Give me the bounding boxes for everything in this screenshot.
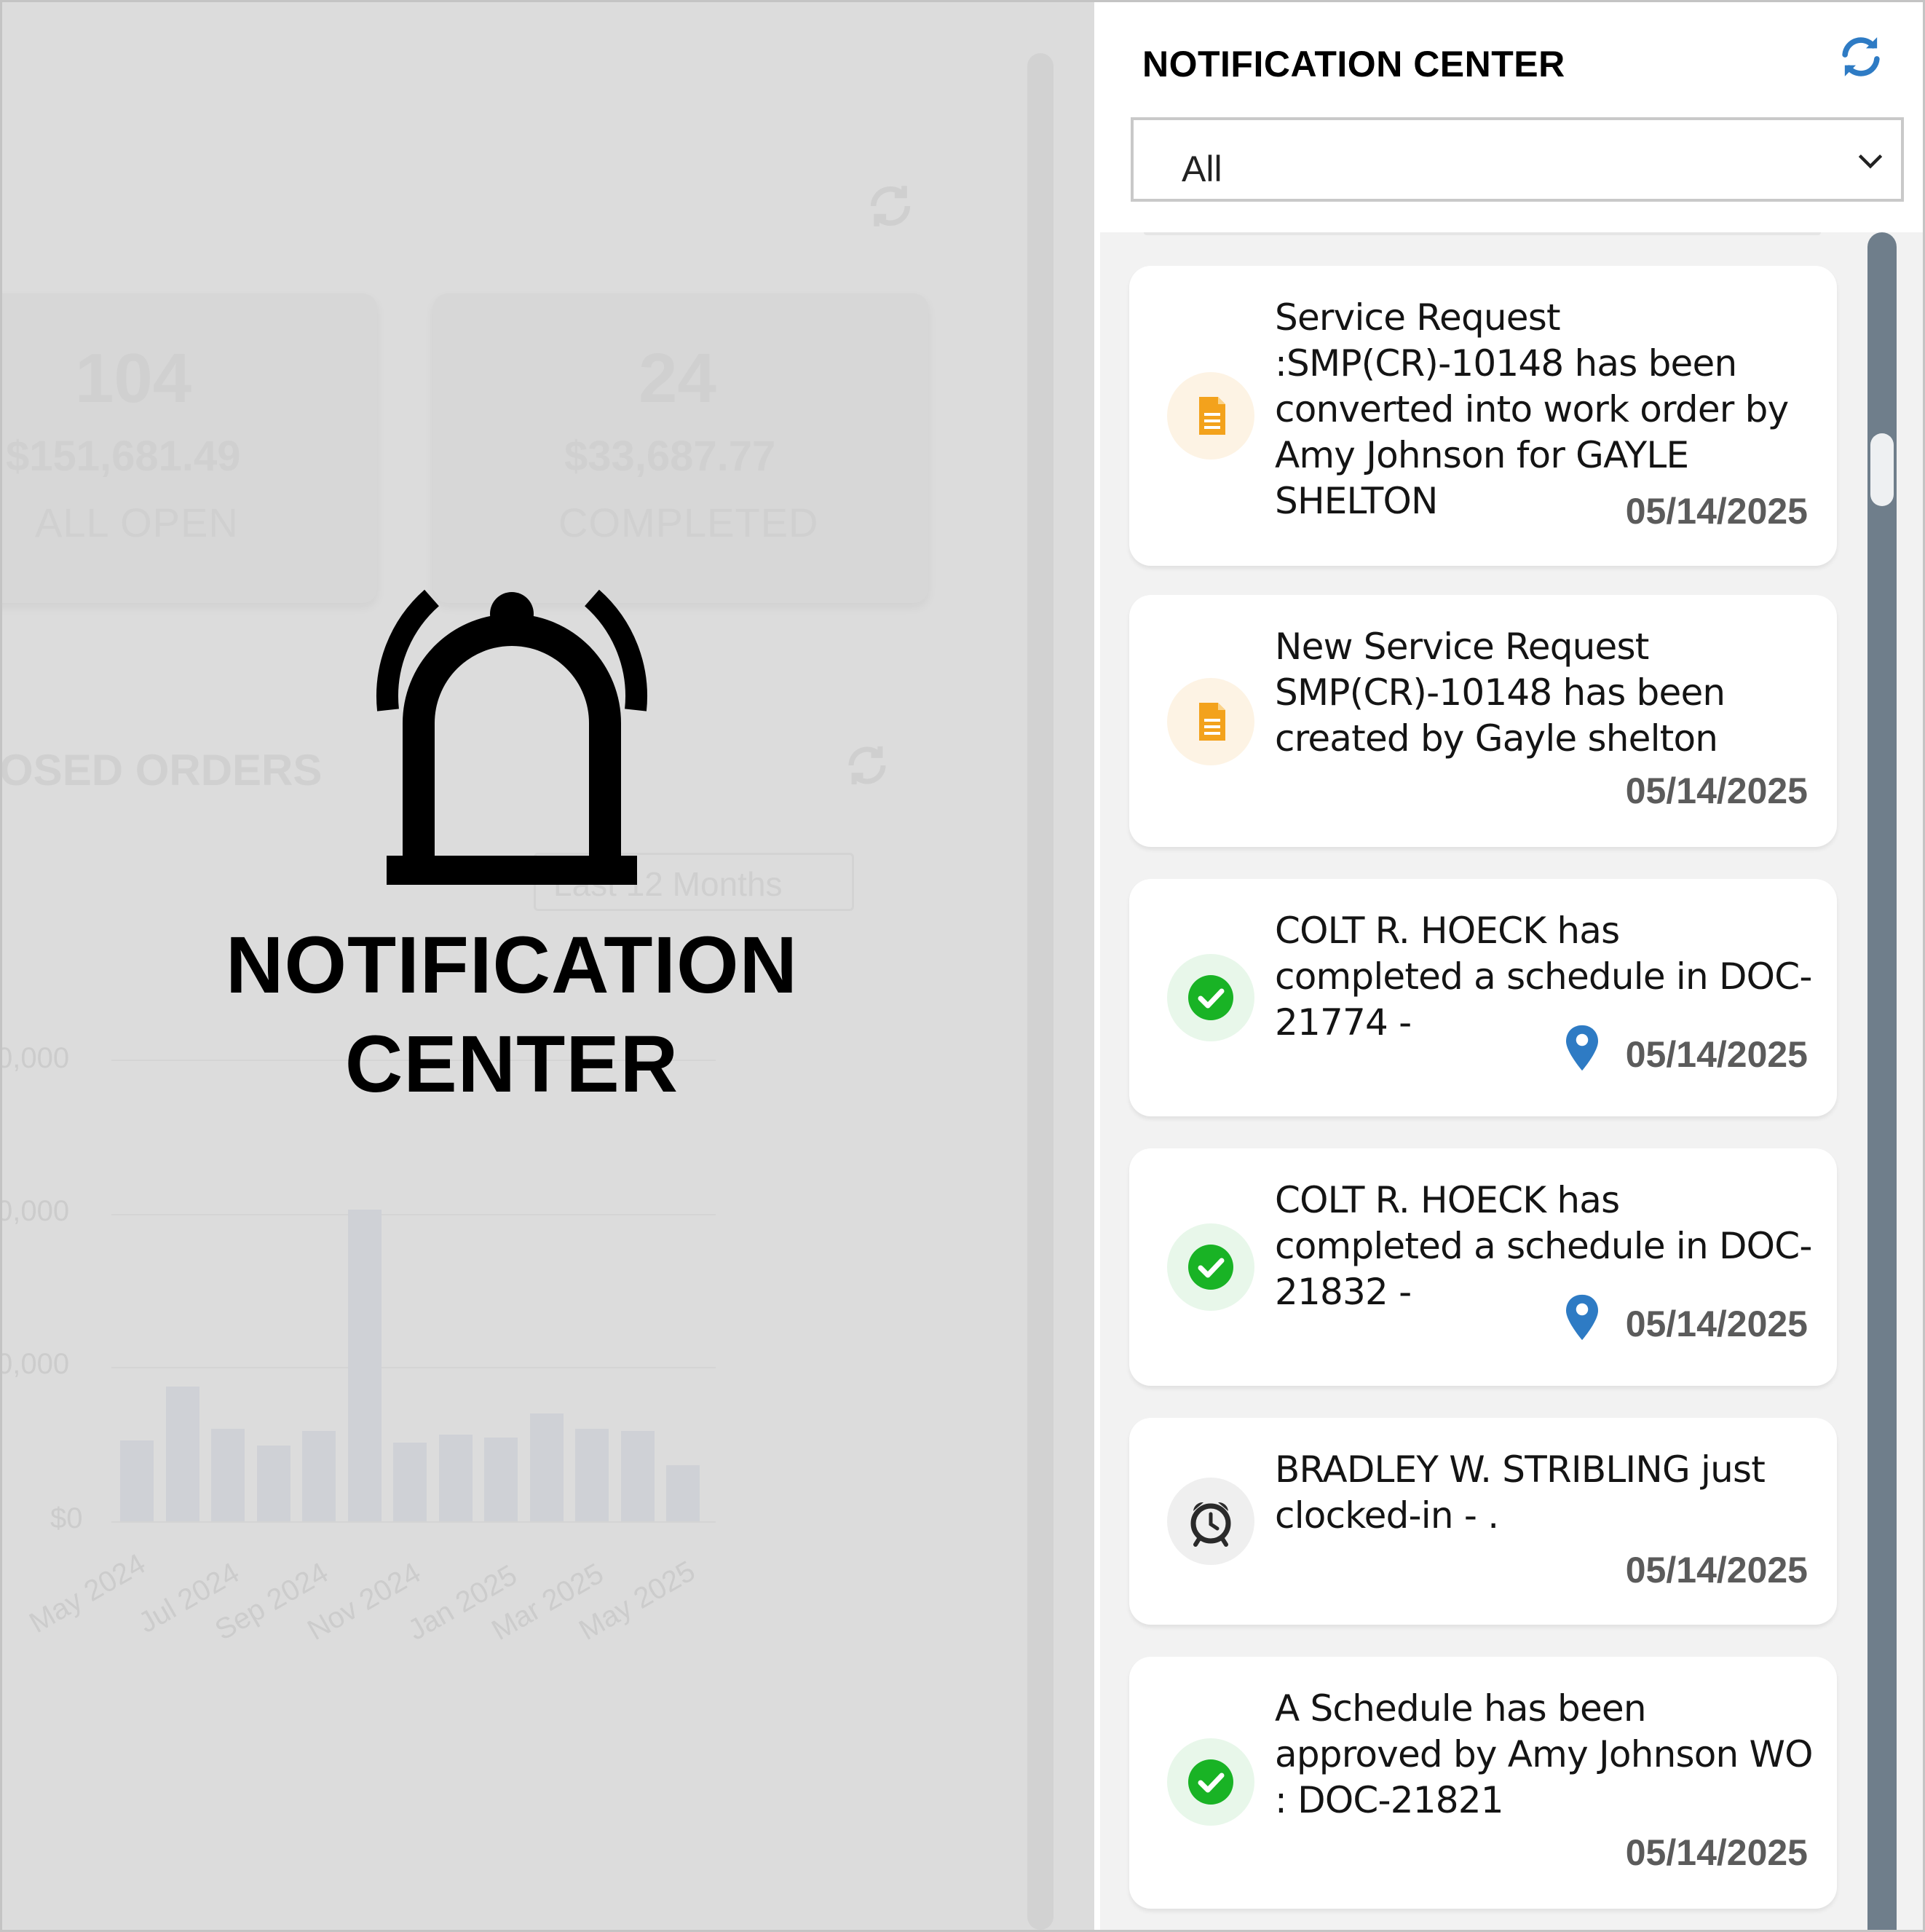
chart-bar <box>438 1434 473 1521</box>
notification-message: New Service Request SMP(CR)-10148 has be… <box>1275 626 1726 760</box>
kpi-card-completed: 24 $33,687.77 COMPLETED <box>433 293 928 603</box>
x-tick-label: May 2024 <box>24 1547 151 1640</box>
location-pin-icon[interactable] <box>1566 1294 1598 1341</box>
gridline <box>111 1521 716 1523</box>
kpi-card-all-open: 104 $151,681.49 ALL OPEN <box>2 293 377 603</box>
kpi-amount: $151,681.49 <box>6 433 241 480</box>
notification-center-promo: NOTIFICATION CENTER <box>177 585 847 1114</box>
chevron-down-icon <box>1858 154 1883 169</box>
chart-bar <box>575 1429 609 1521</box>
previous-card-edge <box>1144 232 1821 235</box>
kpi-label: ALL OPEN <box>35 500 239 545</box>
chart-bar <box>666 1464 700 1521</box>
document-icon <box>1167 372 1254 460</box>
promo-title-line2: CENTER <box>344 1020 679 1109</box>
scrollbar-thumb[interactable] <box>1870 433 1894 506</box>
document-icon <box>1167 678 1254 765</box>
notification-card[interactable]: Service Request :SMP(CR)-10148 has been … <box>1129 266 1837 566</box>
chart-bar <box>484 1437 518 1521</box>
notification-date: 05/14/2025 <box>1625 1832 1808 1873</box>
chart-bar <box>529 1413 564 1521</box>
notification-message: COLT R. HOECK has completed a schedule i… <box>1275 1179 1812 1313</box>
chart-bar <box>302 1431 336 1521</box>
chart-bar <box>620 1431 655 1521</box>
notification-filter-select[interactable]: All <box>1131 117 1904 202</box>
location-pin-icon[interactable] <box>1566 1025 1598 1071</box>
notification-message: BRADLEY W. STRIBLING just clocked-in - . <box>1275 1448 1766 1537</box>
kpi-count: 104 <box>75 339 192 417</box>
notification-card[interactable]: COLT R. HOECK has completed a schedule i… <box>1129 879 1837 1116</box>
notification-panel: NOTIFICATION CENTER All Service Request … <box>1100 2 1923 1930</box>
notification-card[interactable]: COLT R. HOECK has completed a schedule i… <box>1129 1148 1837 1386</box>
refresh-icon <box>870 186 911 226</box>
kpi-amount: $33,687.77 <box>564 433 776 480</box>
chart-bar <box>165 1387 199 1521</box>
notification-date: 05/14/2025 <box>1625 1034 1808 1075</box>
notification-card[interactable]: A Schedule has been approved by Amy John… <box>1129 1657 1837 1909</box>
filter-selected-value: All <box>1182 149 1222 189</box>
notification-card[interactable]: BRADLEY W. STRIBLING just clocked-in - .… <box>1129 1418 1837 1625</box>
notification-date: 05/14/2025 <box>1625 491 1808 532</box>
check-circle-icon <box>1167 954 1254 1041</box>
promo-title-line1: NOTIFICATION <box>226 920 798 1010</box>
notification-message: COLT R. HOECK has completed a schedule i… <box>1275 910 1812 1044</box>
refresh-icon[interactable] <box>1835 31 1886 82</box>
chart-bar <box>120 1440 154 1521</box>
notification-date: 05/14/2025 <box>1625 1550 1808 1590</box>
notification-message: A Schedule has been approved by Amy John… <box>1275 1687 1814 1821</box>
alarm-clock-icon <box>1167 1478 1254 1565</box>
notification-date: 05/14/2025 <box>1625 1304 1808 1344</box>
notification-card[interactable]: New Service Request SMP(CR)-10148 has be… <box>1129 595 1837 847</box>
check-circle-icon <box>1167 1223 1254 1311</box>
chart-bar <box>393 1443 427 1521</box>
kpi-count: 24 <box>639 339 716 417</box>
section-refresh-icon <box>848 746 886 785</box>
panel-title: NOTIFICATION CENTER <box>1142 44 1565 84</box>
screen-frame: 104 $151,681.49 ALL OPEN 24 $33,687.77 C… <box>0 0 1925 1932</box>
chart-bar <box>347 1210 382 1521</box>
kpi-label: COMPLETED <box>558 500 819 545</box>
bell-ringing-icon <box>376 589 647 885</box>
chart-bar <box>256 1446 290 1521</box>
notification-date: 05/14/2025 <box>1625 770 1808 811</box>
chart-bar <box>211 1429 245 1521</box>
background-scrollbar <box>1027 53 1054 1930</box>
check-circle-icon <box>1167 1738 1254 1826</box>
notification-list[interactable]: Service Request :SMP(CR)-10148 has been … <box>1100 232 1923 1930</box>
